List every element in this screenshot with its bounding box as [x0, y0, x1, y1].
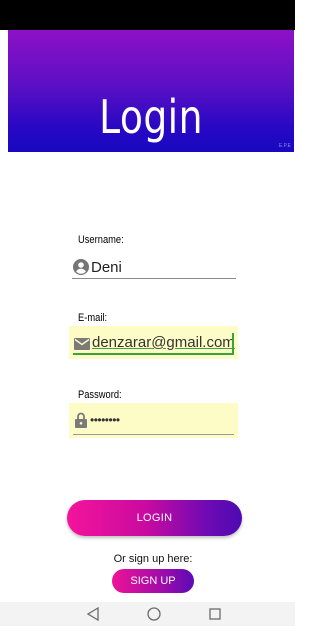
email-input[interactable]: denzarar@gmail.com [92, 334, 235, 351]
email-label: E-mail: [78, 312, 108, 324]
system-nav-bar [0, 602, 295, 626]
page-title: Login [99, 90, 203, 144]
recents-square-icon[interactable] [200, 602, 230, 626]
username-input[interactable]: Deni [91, 259, 122, 276]
lock-icon [75, 412, 87, 433]
password-underline [73, 434, 234, 435]
password-field[interactable]: •••••••• [69, 403, 238, 438]
login-button[interactable]: LOGIN [67, 500, 242, 536]
password-label: Password: [78, 389, 122, 401]
password-input[interactable]: •••••••• [90, 413, 120, 427]
username-label: Username: [78, 234, 124, 246]
signup-prompt: Or sign up here: [113, 553, 193, 565]
login-header: Login E.P.E [8, 30, 294, 152]
text-cursor [232, 333, 234, 353]
username-field[interactable]: Deni [72, 256, 236, 279]
status-bar [0, 0, 295, 30]
person-circle-icon [73, 259, 89, 280]
email-underline [73, 353, 234, 355]
header-corner-mark: E.P.E [278, 143, 291, 149]
username-underline [72, 278, 236, 279]
back-triangle-icon[interactable] [78, 602, 108, 626]
home-circle-icon[interactable] [139, 602, 169, 626]
email-field[interactable]: denzarar@gmail.com [69, 326, 238, 359]
signup-button[interactable]: SIGN UP [112, 569, 194, 593]
